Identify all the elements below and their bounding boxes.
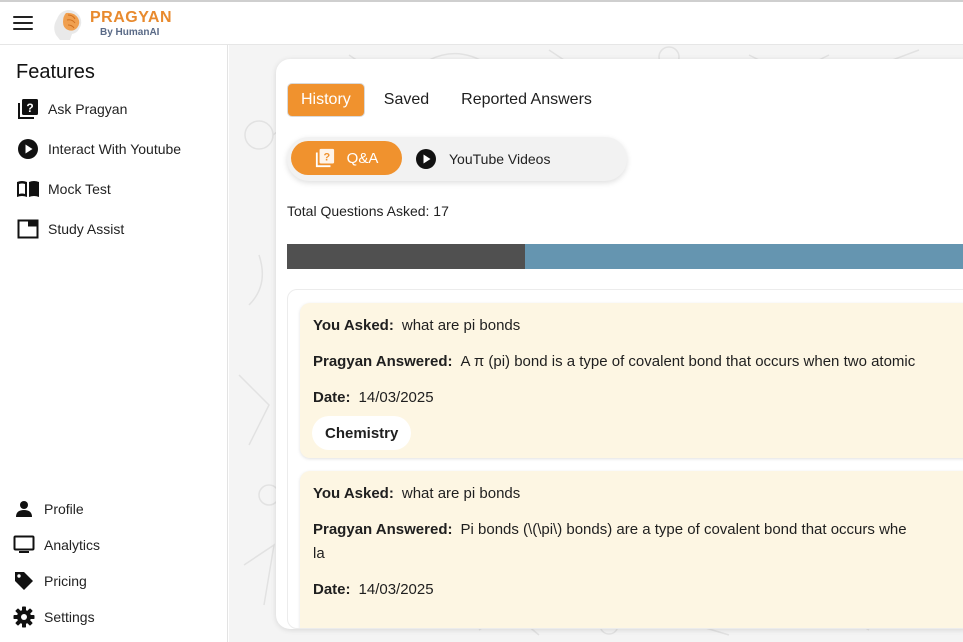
date-label: Date: xyxy=(313,581,351,598)
youtube-toggle-button[interactable]: YouTube Videos xyxy=(415,143,550,175)
sidebar-item-pricing[interactable]: Pricing xyxy=(12,569,87,593)
sidebar-item-label: Settings xyxy=(44,609,95,625)
gear-icon xyxy=(12,605,36,629)
asked-row: You Asked: what are pi bonds xyxy=(313,317,520,334)
tab-bar: History Saved Reported Answers xyxy=(287,83,611,117)
history-panel: History Saved Reported Answers ? Q&A You… xyxy=(276,59,963,629)
answer-text: A π (pi) bond is a type of covalent bond… xyxy=(460,353,916,370)
sidebar-item-analytics[interactable]: Analytics xyxy=(12,533,100,557)
features-heading: Features xyxy=(16,61,95,83)
brand-logo[interactable]: PRAGYAN By HumanAI xyxy=(48,5,172,43)
content-type-toggle: ? Q&A YouTube Videos xyxy=(287,137,627,181)
qa-toggle-label: Q&A xyxy=(346,149,379,167)
sidebar-item-mock-test[interactable]: Mock Test xyxy=(16,177,111,201)
sidebar-item-study-assist[interactable]: Study Assist xyxy=(16,217,124,241)
date-label: Date: xyxy=(313,389,351,406)
sidebar-item-label: Ask Pragyan xyxy=(48,101,128,117)
top-bar: PRAGYAN By HumanAI xyxy=(0,0,963,45)
history-card[interactable]: You Asked: what are pi bonds Pragyan Answ… xyxy=(300,303,963,458)
youtube-toggle-label: YouTube Videos xyxy=(449,151,551,167)
sidebar: Features ? Ask Pragyan Interact With You… xyxy=(0,45,228,642)
person-icon xyxy=(12,497,36,521)
history-card[interactable]: You Asked: what are pi bonds Pragyan Answ… xyxy=(300,471,963,628)
sidebar-item-interact-with-youtube[interactable]: Interact With Youtube xyxy=(16,137,181,161)
tab-reported-answers[interactable]: Reported Answers xyxy=(448,83,605,117)
qa-toggle-button[interactable]: ? Q&A xyxy=(291,141,402,175)
hamburger-menu-icon[interactable] xyxy=(12,14,34,32)
monitor-icon xyxy=(12,533,36,557)
question-box-icon: ? xyxy=(16,97,40,121)
sidebar-item-label: Profile xyxy=(44,501,84,517)
asked-label: You Asked: xyxy=(313,317,394,334)
answered-row: Pragyan Answered: Pi bonds (\(\pi\) bonds… xyxy=(313,521,907,538)
subject-distribution-bar xyxy=(287,244,963,269)
brand-subtitle: By HumanAI xyxy=(100,27,160,38)
play-circle-icon xyxy=(415,148,437,170)
subject-chip[interactable]: Chemistry xyxy=(312,416,412,450)
sidebar-item-label: Study Assist xyxy=(48,221,125,237)
answer-text: Pi bonds (\(\pi\) bonds) are a type of c… xyxy=(460,521,907,538)
main-content: History Saved Reported Answers ? Q&A You… xyxy=(229,45,963,642)
date-value: 14/03/2025 xyxy=(358,389,434,406)
brand-title: PRAGYAN xyxy=(90,9,173,26)
play-circle-icon xyxy=(16,137,40,161)
asked-label: You Asked: xyxy=(313,485,394,502)
sidebar-item-settings[interactable]: Settings xyxy=(12,605,95,629)
history-list[interactable]: You Asked: what are pi bonds Pragyan Answ… xyxy=(287,289,963,629)
tab-saved[interactable]: Saved xyxy=(371,83,442,117)
answered-label: Pragyan Answered: xyxy=(313,521,453,538)
sidebar-item-label: Mock Test xyxy=(48,181,111,197)
answered-label: Pragyan Answered: xyxy=(313,353,453,370)
asked-question: what are pi bonds xyxy=(401,485,521,502)
svg-text:?: ? xyxy=(26,101,33,115)
sidebar-item-label: Interact With Youtube xyxy=(48,141,182,157)
asked-question: what are pi bonds xyxy=(401,317,521,334)
total-questions-text: Total Questions Asked: 17 xyxy=(287,203,449,219)
sidebar-item-label: Analytics xyxy=(44,537,101,553)
question-box-icon: ? xyxy=(315,148,335,168)
answered-row: Pragyan Answered: A π (pi) bond is a type… xyxy=(313,353,915,370)
brain-logo-icon xyxy=(54,10,82,40)
sidebar-item-profile[interactable]: Profile xyxy=(12,497,84,521)
date-row: Date: 14/03/2025 xyxy=(313,581,434,598)
window-icon xyxy=(16,217,40,241)
svg-text:?: ? xyxy=(323,152,330,164)
sidebar-item-ask-pragyan[interactable]: ? Ask Pragyan xyxy=(16,97,127,121)
asked-row: You Asked: what are pi bonds xyxy=(313,485,520,502)
date-value: 14/03/2025 xyxy=(358,581,434,598)
open-book-icon xyxy=(16,177,40,201)
progress-fill xyxy=(287,244,525,269)
tag-icon xyxy=(12,569,36,593)
tab-history[interactable]: History xyxy=(287,83,365,117)
sidebar-item-label: Pricing xyxy=(44,573,87,589)
answer-continuation: la xyxy=(313,545,325,562)
date-row: Date: 14/03/2025 xyxy=(313,389,434,406)
